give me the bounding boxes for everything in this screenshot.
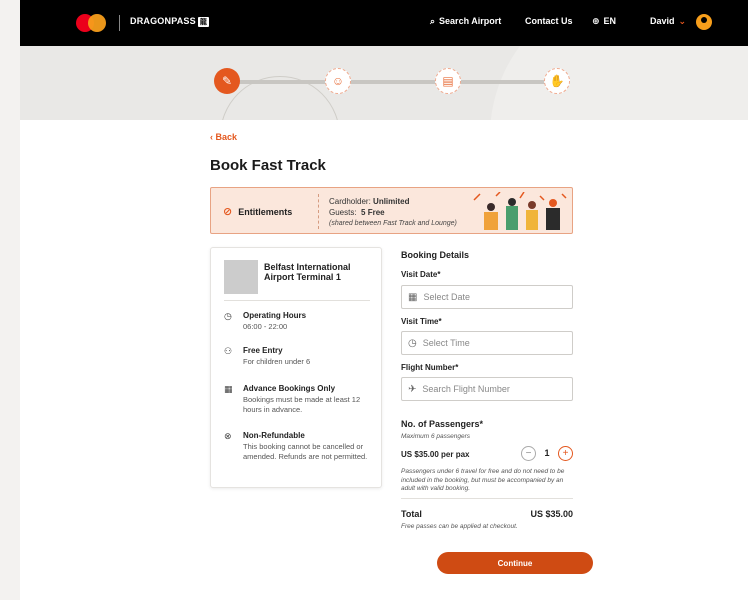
user-avatar-icon[interactable] xyxy=(696,14,712,30)
step-connector xyxy=(348,80,448,84)
airport-thumbnail xyxy=(224,260,258,294)
dragonpass-logo-mark: 龍 xyxy=(197,17,210,27)
back-link[interactable]: ‹ Back xyxy=(210,132,237,142)
increment-button[interactable]: + xyxy=(558,446,573,461)
contact-us-link[interactable]: Contact Us xyxy=(525,16,573,26)
free-passes-note: Free passes can be applied at checkout. xyxy=(401,523,518,530)
tag-icon: ⊘ xyxy=(223,206,233,218)
airport-info-card: Belfast International Airport Terminal 1… xyxy=(210,247,382,488)
step-connector xyxy=(238,80,338,84)
flight-number-label: Flight Number* xyxy=(401,363,459,372)
step-payment[interactable]: ✋ xyxy=(544,68,570,94)
flight-number-field[interactable]: ✈ Search Flight Number xyxy=(401,377,573,401)
entitlements-label: ⊘ Entitlements xyxy=(223,206,293,218)
clock-icon: ◷ xyxy=(408,337,417,349)
visit-date-field[interactable]: ▦ Select Date xyxy=(401,285,573,309)
passenger-count: 1 xyxy=(544,448,550,458)
clock-icon: ◷ xyxy=(224,311,232,321)
search-icon: ⌕ xyxy=(430,16,436,26)
total-value: US $35.00 xyxy=(530,509,573,519)
top-navbar: DRAGONPASS 龍 ⌕ Search Airport Contact Us ⊕… xyxy=(20,0,748,46)
booking-details-heading: Booking Details xyxy=(401,250,470,260)
dragonpass-logo[interactable]: DRAGONPASS 龍 xyxy=(130,16,210,27)
step-details[interactable]: ✎ xyxy=(214,68,240,94)
app-frame: DRAGONPASS 龍 ⌕ Search Airport Contact Us ⊕… xyxy=(20,0,748,600)
celebration-illustration xyxy=(473,192,567,230)
main-content: ‹ Back Book Fast Track ⊘ Entitlements Car… xyxy=(20,120,748,600)
step-review[interactable]: ▤ xyxy=(435,68,461,94)
progress-header: ✎ ☺ ▤ ✋ xyxy=(20,46,748,120)
search-airport-link[interactable]: ⌕ Search Airport xyxy=(430,16,501,27)
decrement-button[interactable]: − xyxy=(521,446,536,461)
language-selector[interactable]: ⊕ EN xyxy=(592,16,616,27)
visit-date-label: Visit Date* xyxy=(401,270,441,279)
document-icon: ▤ xyxy=(442,74,454,88)
passenger-stepper: − 1 + xyxy=(521,445,573,463)
pencil-icon: ✎ xyxy=(221,74,233,88)
page-title: Book Fast Track xyxy=(210,157,326,174)
family-icon: ⚇ xyxy=(224,346,233,356)
no-refund-icon: ⊗ xyxy=(224,431,232,441)
visit-time-field[interactable]: ◷ Select Time xyxy=(401,331,573,355)
calendar-icon: ▦ xyxy=(224,384,233,394)
user-menu[interactable]: David ⌄ xyxy=(650,16,686,27)
entitlements-banner: ⊘ Entitlements Cardholder: Unlimited Gues… xyxy=(210,187,573,234)
passengers-heading: No. of Passengers* xyxy=(401,419,484,429)
mastercard-logo[interactable] xyxy=(76,14,106,32)
passengers-info-note: Passengers under 6 travel for free and d… xyxy=(401,468,565,492)
chevron-down-icon: ⌄ xyxy=(678,16,687,26)
visit-time-label: Visit Time* xyxy=(401,317,442,326)
entitlements-divider xyxy=(318,194,319,229)
brand-divider xyxy=(119,15,120,31)
person-icon: ☺ xyxy=(331,74,345,88)
total-divider xyxy=(401,498,573,499)
calendar-icon: ▦ xyxy=(408,291,418,303)
globe-icon: ⊕ xyxy=(592,16,600,26)
price-per-pax: US $35.00 per pax xyxy=(401,450,470,459)
continue-button[interactable]: Continue xyxy=(437,552,593,574)
card-divider xyxy=(224,300,370,301)
step-connector xyxy=(458,80,558,84)
total-label: Total xyxy=(401,509,422,519)
payment-icon: ✋ xyxy=(549,74,565,88)
airplane-icon: ✈ xyxy=(408,383,417,395)
chevron-left-icon: ‹ xyxy=(210,132,213,142)
passengers-max-note: Maximum 6 passengers xyxy=(401,433,470,440)
airport-name: Belfast International Airport Terminal 1 xyxy=(264,262,351,282)
entitlements-info: Cardholder: Unlimited Guests: 5 Free (sh… xyxy=(329,197,457,227)
step-passenger[interactable]: ☺ xyxy=(325,68,351,94)
